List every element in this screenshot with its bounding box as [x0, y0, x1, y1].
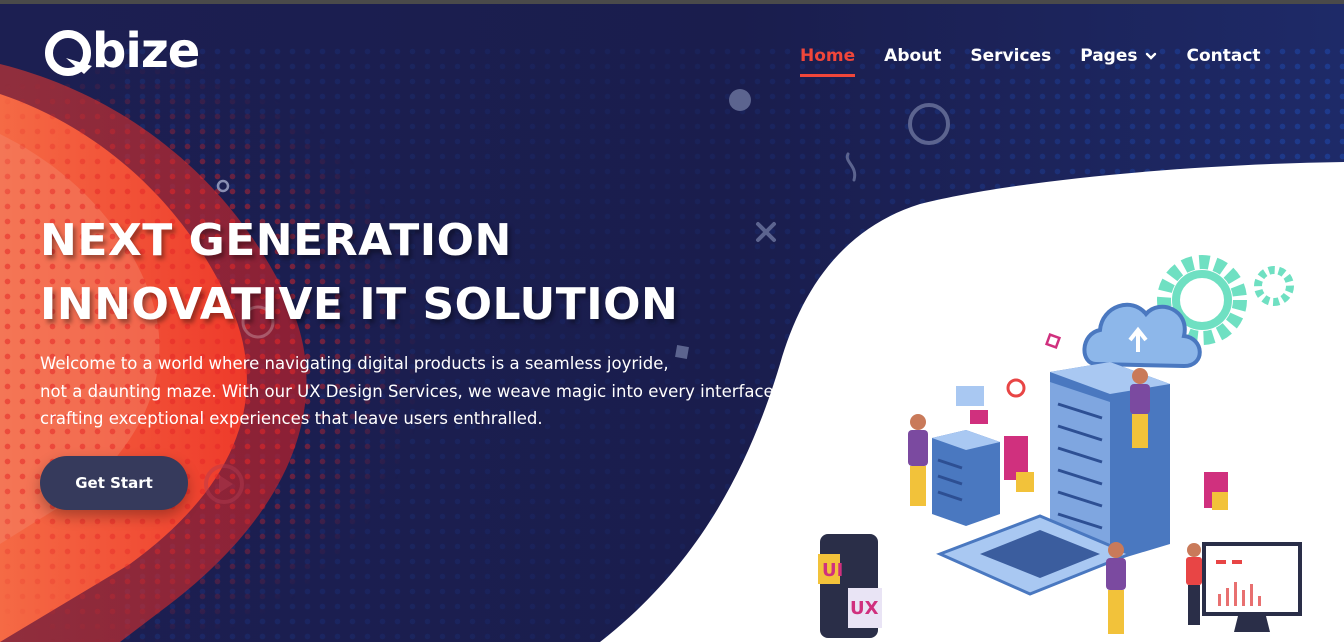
logo-text: bize [92, 23, 200, 79]
hero-headline: NEXT GENERATION INNOVATIVE IT SOLUTION [40, 209, 678, 337]
svg-text:UI: UI [822, 560, 843, 581]
intro-line-3: crafting exceptional experiences that le… [40, 409, 543, 428]
intro-line-1: Welcome to a world where navigating digi… [40, 354, 669, 373]
nav-item-about[interactable]: About [884, 46, 941, 66]
hero-intro-text: Welcome to a world where navigating digi… [40, 350, 780, 433]
main-nav: Home About Services Pages Contact [800, 46, 1290, 77]
dot-decoration [728, 88, 752, 116]
play-icon[interactable] [202, 462, 246, 510]
logo-q-icon [42, 24, 96, 78]
phone: UI UX [818, 534, 882, 638]
ring-decoration [905, 100, 953, 152]
brand-logo[interactable]: bize [42, 23, 200, 79]
headline-line-1: NEXT GENERATION [40, 215, 512, 266]
it-infrastructure-illustration: UI UX [780, 254, 1340, 642]
hero-section: bize Home About Services Pages Contact N… [0, 4, 1344, 642]
nav-item-contact[interactable]: Contact [1186, 46, 1260, 66]
monitor-chart [1202, 542, 1302, 632]
headline-line-2: INNOVATIVE IT SOLUTION [40, 279, 679, 330]
server-rack-small [932, 430, 1000, 526]
person-figure [1186, 543, 1202, 625]
person-figure [908, 414, 928, 506]
nav-item-pages[interactable]: Pages [1080, 46, 1157, 66]
squiggle-decoration [842, 152, 866, 188]
cross-decoration [754, 220, 778, 248]
chevron-down-icon [1146, 52, 1157, 60]
intro-line-2: not a daunting maze. With our UX Design … [40, 381, 779, 401]
get-start-button[interactable]: Get Start [40, 456, 188, 510]
small-ring-decoration [215, 178, 231, 198]
nav-item-pages-label: Pages [1080, 46, 1138, 66]
nav-item-services[interactable]: Services [970, 46, 1051, 66]
svg-text:UX: UX [850, 598, 879, 619]
nav-item-home[interactable]: Home [800, 46, 856, 77]
